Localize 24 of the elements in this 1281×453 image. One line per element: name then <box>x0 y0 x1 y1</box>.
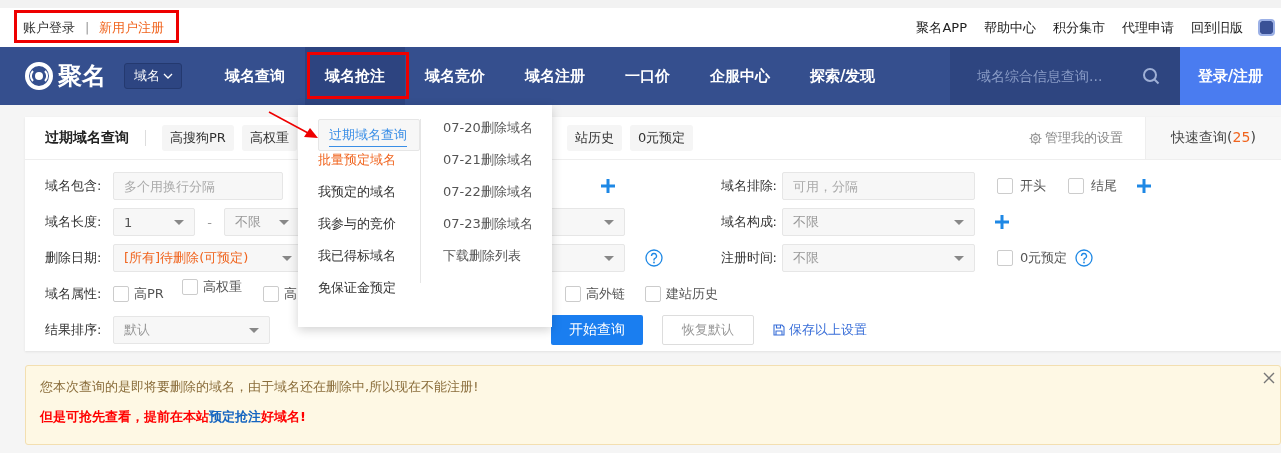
field-label: 删除日期: <box>45 249 103 267</box>
logo-text: 聚名 <box>58 61 106 92</box>
field-label: 域名属性: <box>45 285 103 303</box>
field-label: 域名包含: <box>45 177 103 195</box>
field-label: 域名长度: <box>45 213 103 231</box>
notice-text: 您本次查询的是即将要删除的域名，由于域名还在删除中,所以现在不能注册! <box>40 378 480 396</box>
save-settings-text: 保存以上设置 <box>789 321 867 339</box>
field-label: 域名构成: <box>719 213 777 231</box>
separator-text: | <box>85 20 90 35</box>
notice-highlight-text: 但是可抢先查看，提前在本站预定抢注好域名! <box>40 408 307 426</box>
checkbox-label: 高PR <box>134 285 164 303</box>
checkbox-label: 高外链 <box>586 285 625 303</box>
checkbox-label: 建站历史 <box>666 285 718 303</box>
checkbox-label: 高权重 <box>203 278 242 296</box>
field-label: 注册时间: <box>719 249 777 267</box>
checkbox-label: 开头 <box>1020 177 1046 195</box>
range-dash: - <box>206 214 213 230</box>
field-label: 结果排序: <box>45 321 103 339</box>
checkbox-label: 高 <box>284 285 297 303</box>
field-label: 域名排除: <box>719 177 777 195</box>
checkbox-label: 结尾 <box>1091 177 1117 195</box>
panel-title: 过期域名查询 <box>45 129 129 147</box>
checkbox-label: 0元预定 <box>1020 249 1068 267</box>
manage-settings-text: 管理我的设置 <box>1045 129 1123 147</box>
